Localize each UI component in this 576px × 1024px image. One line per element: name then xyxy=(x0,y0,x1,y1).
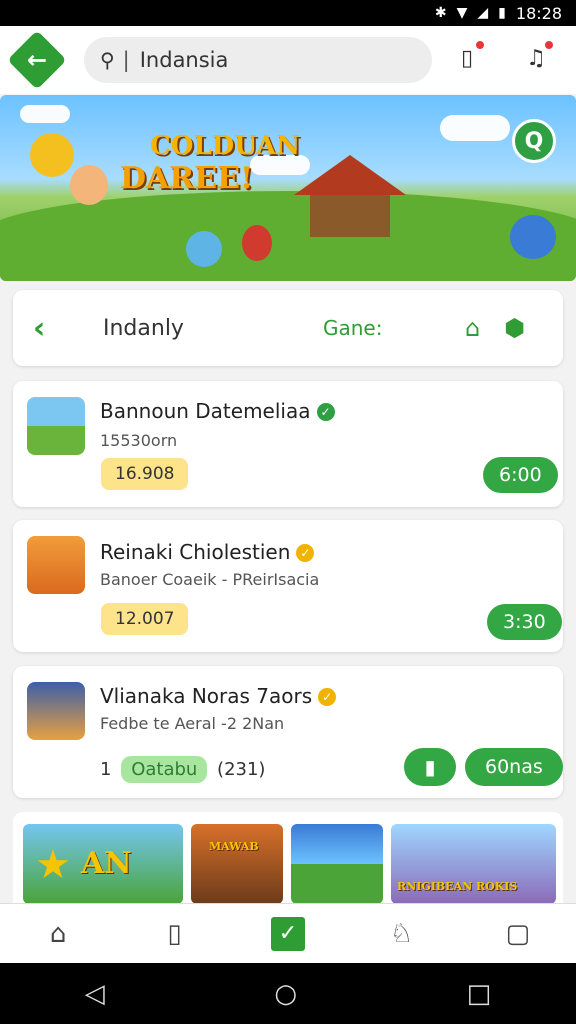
search-bar[interactable]: ⚲ | Indansia xyxy=(84,37,432,83)
rating-count-prefix: 1 xyxy=(100,759,112,780)
game-subtitle: Fedbe te Aeral -2 2Nan xyxy=(100,714,285,733)
promo-banner[interactable]: COLDUAN DAREE! Q xyxy=(0,95,576,281)
status-bar: ✱ ▼ ◢ ▮ 18:28 xyxy=(0,0,576,26)
back-arrow-icon: ← xyxy=(26,45,48,74)
featured-strip: ★ AN MAWAB RNIGIBEAN ROKIS xyxy=(13,812,563,912)
trophy-icon: ♘ xyxy=(389,918,414,949)
check-icon: ✓ xyxy=(278,921,298,946)
notification-dot xyxy=(543,39,555,51)
banner-character xyxy=(186,231,222,267)
nav-home[interactable]: ⌂ xyxy=(38,914,78,954)
system-recents-icon[interactable]: □ xyxy=(467,979,492,1009)
system-home-icon[interactable]: ○ xyxy=(274,979,297,1009)
search-icon: Q xyxy=(524,128,544,154)
search-cursor: | xyxy=(122,48,130,72)
banner-title-line1: COLDUAN xyxy=(150,131,300,161)
game-thumbnail xyxy=(27,536,85,594)
clipboard-button[interactable]: ▯ xyxy=(452,39,486,74)
system-navigation: ◁ ○ □ xyxy=(0,963,576,1024)
game-list-item[interactable]: Vlianaka Noras 7aors ✓ Fedbe te Aeral -2 … xyxy=(13,666,563,798)
rating-count: (231) xyxy=(217,759,266,780)
banner-title-line2: DAREE! xyxy=(120,161,254,196)
banner-action-button[interactable]: Q xyxy=(512,119,556,163)
game-subtitle: 15530orn xyxy=(100,431,178,450)
system-back-icon[interactable]: ◁ xyxy=(85,979,105,1009)
status-time: 18:28 xyxy=(515,3,562,23)
verified-icon: ✓ xyxy=(316,403,335,421)
play-button[interactable]: 3:30 xyxy=(487,604,562,640)
chevron-left-icon[interactable]: ‹ xyxy=(33,311,103,346)
bag-icon: ▢ xyxy=(505,918,531,949)
star-icon: ★ xyxy=(35,842,71,888)
featured-tile[interactable]: ★ AN xyxy=(23,824,183,904)
verified-icon: ✓ xyxy=(318,688,337,706)
home-outline-icon[interactable]: ⌂ xyxy=(465,314,480,342)
game-list-item[interactable]: Bannoun Datemeliaa ✓ 15530orn 16.908 6:00 xyxy=(13,381,563,507)
game-tag[interactable]: Oatabu xyxy=(121,756,208,783)
game-title: Bannoun Datemeliaa ✓ xyxy=(100,399,335,423)
game-subtitle: Banoer Coaeik - PReirIsacia xyxy=(100,570,320,589)
featured-tile-title: MAWAB xyxy=(209,840,259,853)
filter-card: ‹ Indanly Gane: ⌂ ⬢ xyxy=(13,290,563,366)
bluetooth-icon: ✱ xyxy=(434,5,447,21)
bookmark-icon: ▮ xyxy=(424,755,436,779)
back-button[interactable]: ← xyxy=(7,30,67,90)
nav-trophy[interactable]: ♘ xyxy=(381,914,421,954)
bell-icon: ♫ xyxy=(526,45,546,71)
game-title: Reinaki Chiolestien ✓ xyxy=(100,540,315,564)
featured-tile[interactable]: MAWAB xyxy=(191,824,283,904)
notification-dot xyxy=(474,39,486,51)
featured-tile[interactable] xyxy=(291,824,383,904)
banner-character xyxy=(510,215,556,259)
game-filter-label[interactable]: Gane: xyxy=(323,316,465,340)
banner-house xyxy=(294,155,406,237)
rating-row: 1 Oatabu (231) xyxy=(100,756,265,783)
featured-tile-title: AN xyxy=(81,846,132,881)
top-bar: ← ⚲ | Indansia ▯ ♫ xyxy=(0,26,576,94)
featured-tile-title: RNIGIBEAN ROKIS xyxy=(397,880,518,893)
play-button[interactable]: 60nas xyxy=(465,748,563,786)
banner-character xyxy=(70,165,108,205)
bottom-navigation: ⌂ ▯ ✓ ♘ ▢ xyxy=(0,903,576,963)
bookmark-icon: ▯ xyxy=(167,918,182,949)
price-badge: 16.908 xyxy=(101,458,189,490)
cloud xyxy=(20,105,70,123)
featured-tile[interactable]: RNIGIBEAN ROKIS xyxy=(391,824,556,904)
search-icon: ⚲ xyxy=(100,48,115,72)
banner-character xyxy=(30,133,74,177)
cloud xyxy=(440,115,510,141)
battery-icon: ▮ xyxy=(498,5,506,21)
signal-icon: ◢ xyxy=(477,5,489,21)
verified-icon: ✓ xyxy=(296,544,315,562)
clipboard-icon: ▯ xyxy=(460,45,474,71)
game-thumbnail xyxy=(27,397,85,455)
shield-icon[interactable]: ⬢ xyxy=(504,314,525,342)
wifi-icon: ▼ xyxy=(456,5,468,21)
game-title: Vlianaka Noras 7aors ✓ xyxy=(100,684,337,708)
nav-check[interactable]: ✓ xyxy=(270,916,305,951)
nav-bag[interactable]: ▢ xyxy=(498,914,538,954)
home-icon: ⌂ xyxy=(49,918,67,949)
play-button[interactable]: 6:00 xyxy=(483,457,558,493)
bookmark-button[interactable]: ▮ xyxy=(404,748,456,786)
game-thumbnail xyxy=(27,682,85,740)
search-input[interactable]: Indansia xyxy=(140,48,229,72)
game-list-item[interactable]: Reinaki Chiolestien ✓ Banoer Coaeik - PRe… xyxy=(13,520,563,652)
banner-character xyxy=(242,225,272,261)
filter-label[interactable]: Indanly xyxy=(103,316,323,341)
price-badge: 12.007 xyxy=(101,603,189,635)
bell-button[interactable]: ♫ xyxy=(521,39,555,74)
nav-bookmark[interactable]: ▯ xyxy=(155,914,195,954)
